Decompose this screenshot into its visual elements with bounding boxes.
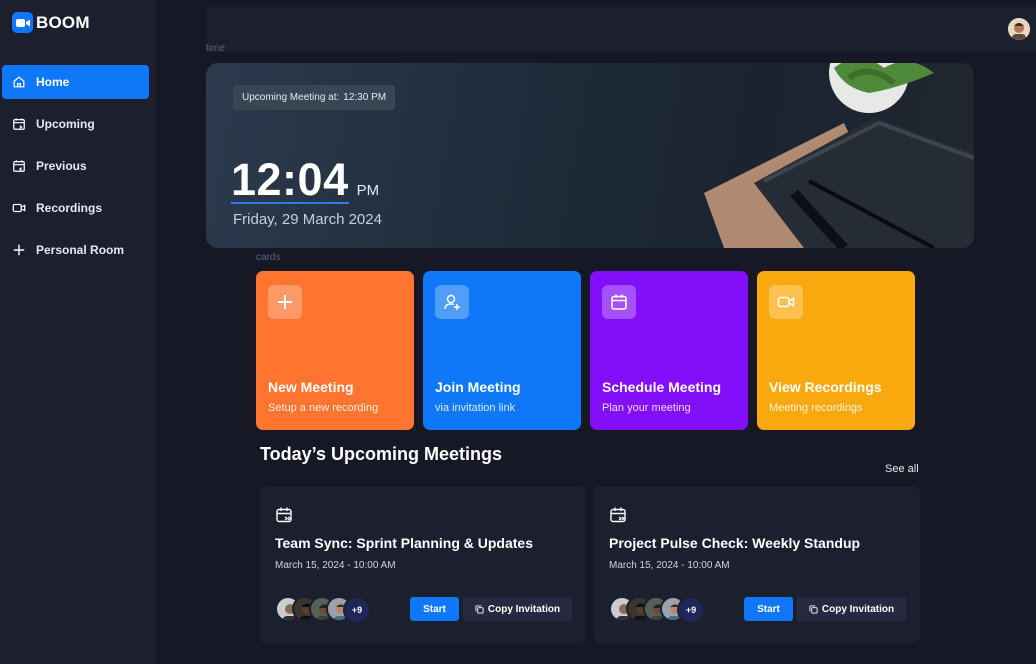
new-meeting-card[interactable]: New Meeting Setup a new recording (256, 271, 414, 430)
plus-icon (13, 244, 25, 256)
meeting-date: March 15, 2024 - 10:00 AM (609, 560, 730, 571)
card-title: Join Meeting (435, 379, 521, 395)
time-section-label: time (206, 43, 225, 54)
clock-time: 12:04 (231, 154, 349, 205)
card-title: New Meeting (268, 379, 354, 395)
app-logo[interactable]: BOOM (12, 12, 90, 33)
sidebar-item-personal-room[interactable]: Personal Room (2, 233, 149, 267)
calendar-upcoming-icon (13, 118, 25, 130)
card-subtitle: Setup a new recording (268, 402, 379, 414)
desk-illustration (704, 63, 974, 248)
meeting-date: March 15, 2024 - 10:00 AM (275, 560, 396, 571)
attendee-avatars: +9 (609, 596, 705, 624)
user-avatar[interactable] (1008, 18, 1030, 40)
more-attendees-count: +9 (343, 596, 371, 624)
copy-invitation-label: Copy Invitation (487, 603, 561, 615)
calendar-previous-icon (13, 160, 25, 172)
card-subtitle: Meeting recordings (769, 402, 863, 414)
copy-invitation-label: Copy Invitation (821, 603, 895, 615)
add-user-icon (435, 285, 469, 319)
meeting-title: Project Pulse Check: Weekly Standup (609, 535, 861, 551)
upcoming-meeting-label: Upcoming Meeting at: (242, 92, 340, 103)
sidebar-item-label: Personal Room (36, 243, 125, 257)
start-meeting-button[interactable]: Start (744, 597, 793, 621)
copy-invitation-button[interactable]: Copy Invitation (797, 597, 906, 621)
video-icon (769, 285, 803, 319)
app-name: BOOM (36, 12, 90, 32)
home-icon (13, 76, 25, 88)
schedule-meeting-card[interactable]: Schedule Meeting Plan your meeting (590, 271, 748, 430)
copy-invitation-button[interactable]: Copy Invitation (463, 597, 572, 621)
sidebar-item-label: Home (36, 75, 70, 89)
sidebar-item-recordings[interactable]: Recordings (2, 191, 149, 225)
current-date: Friday, 29 March 2024 (233, 211, 382, 228)
current-time: 12:04 PM (231, 154, 380, 205)
card-title: View Recordings (769, 379, 882, 395)
upcoming-meeting-time: 12:30 PM (343, 92, 387, 103)
join-meeting-card[interactable]: Join Meeting via invitation link (423, 271, 581, 430)
calendar-upcoming-icon (610, 507, 626, 523)
calendar-icon (602, 285, 636, 319)
see-all-link[interactable]: See all (885, 463, 919, 475)
upcoming-meeting-badge: Upcoming Meeting at: 12:30 PM (233, 85, 396, 110)
plus-icon (268, 285, 302, 319)
sidebar-item-label: Recordings (36, 201, 103, 215)
sidebar-item-label: Previous (36, 159, 87, 173)
card-subtitle: Plan your meeting (602, 402, 691, 414)
attendee-avatars: +9 (275, 596, 371, 624)
meeting-card: Team Sync: Sprint Planning & Updates Mar… (260, 486, 586, 643)
sidebar: BOOM Home Upcoming Previous Recordings P… (0, 0, 156, 664)
view-recordings-card[interactable]: View Recordings Meeting recordings (757, 271, 915, 430)
video-camera-icon (12, 12, 33, 33)
calendar-upcoming-icon (276, 507, 292, 523)
meeting-title: Team Sync: Sprint Planning & Updates (275, 535, 534, 551)
sidebar-item-home[interactable]: Home (2, 65, 149, 99)
clock-ampm: PM (356, 182, 380, 199)
video-icon (12, 203, 26, 213)
more-attendees-count: +9 (677, 596, 705, 624)
cards-section-label: cards (256, 252, 281, 263)
sidebar-item-label: Upcoming (36, 117, 95, 131)
start-meeting-button[interactable]: Start (410, 597, 459, 621)
sidebar-nav: Home Upcoming Previous Recordings Person… (2, 65, 149, 275)
card-title: Schedule Meeting (602, 379, 722, 395)
hero-banner: Upcoming Meeting at: 12:30 PM 12:04 PM F… (206, 63, 974, 248)
copy-icon (809, 604, 818, 614)
upcoming-meetings-heading: Today’s Upcoming Meetings (260, 444, 503, 464)
sidebar-item-upcoming[interactable]: Upcoming (2, 107, 149, 141)
top-bar (206, 7, 1036, 52)
card-subtitle: via invitation link (435, 402, 516, 414)
meeting-card: Project Pulse Check: Weekly Standup Marc… (594, 486, 920, 643)
action-cards: New Meeting Setup a new recording Join M… (256, 271, 915, 430)
sidebar-item-previous[interactable]: Previous (2, 149, 149, 183)
copy-icon (475, 604, 484, 614)
